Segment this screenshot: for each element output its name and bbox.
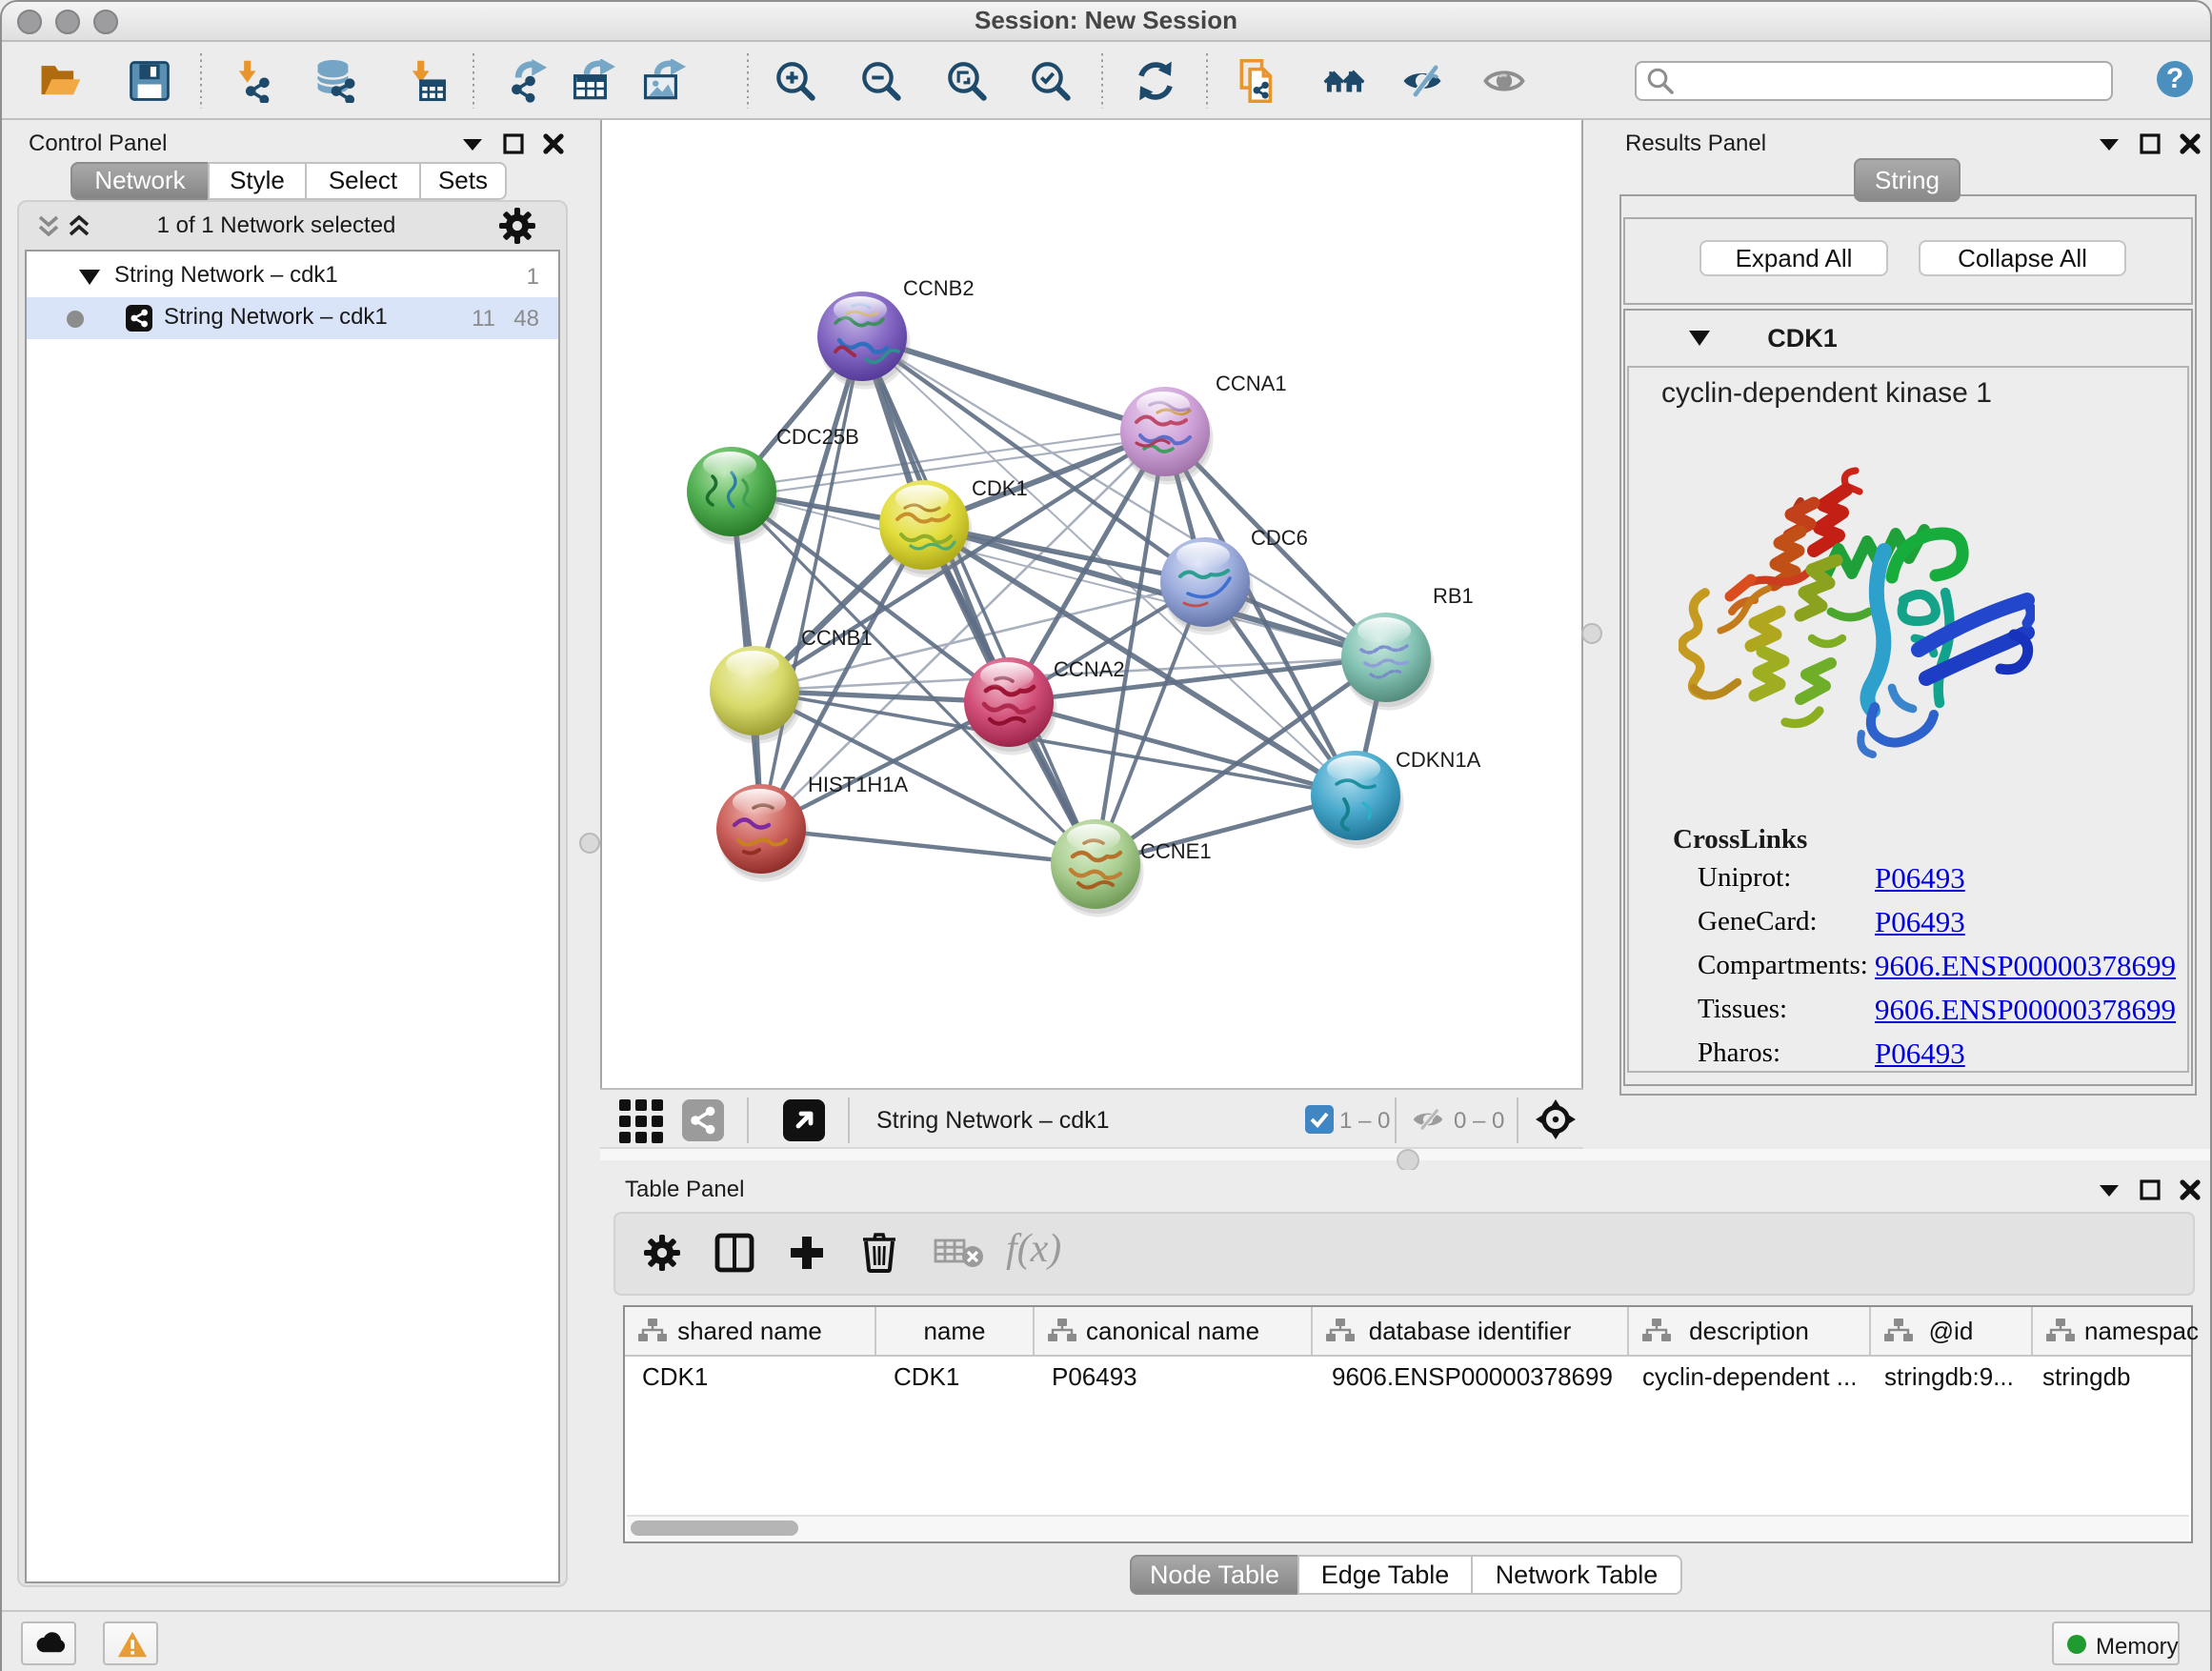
svg-text:CDKN1A: CDKN1A	[1396, 748, 1481, 772]
svg-text:CDC25B: CDC25B	[776, 425, 859, 449]
svg-text:CCNB1: CCNB1	[801, 626, 873, 650]
svg-text:CCNA2: CCNA2	[1054, 657, 1125, 681]
svg-text:CCNA1: CCNA1	[1216, 372, 1287, 395]
svg-text:CCNB2: CCNB2	[903, 276, 975, 300]
svg-text:CDK1: CDK1	[972, 476, 1028, 500]
svg-text:CDC6: CDC6	[1251, 526, 1308, 550]
svg-text:CCNE1: CCNE1	[1140, 839, 1212, 863]
svg-text:HIST1H1A: HIST1H1A	[808, 773, 908, 796]
svg-text:RB1: RB1	[1433, 584, 1474, 608]
